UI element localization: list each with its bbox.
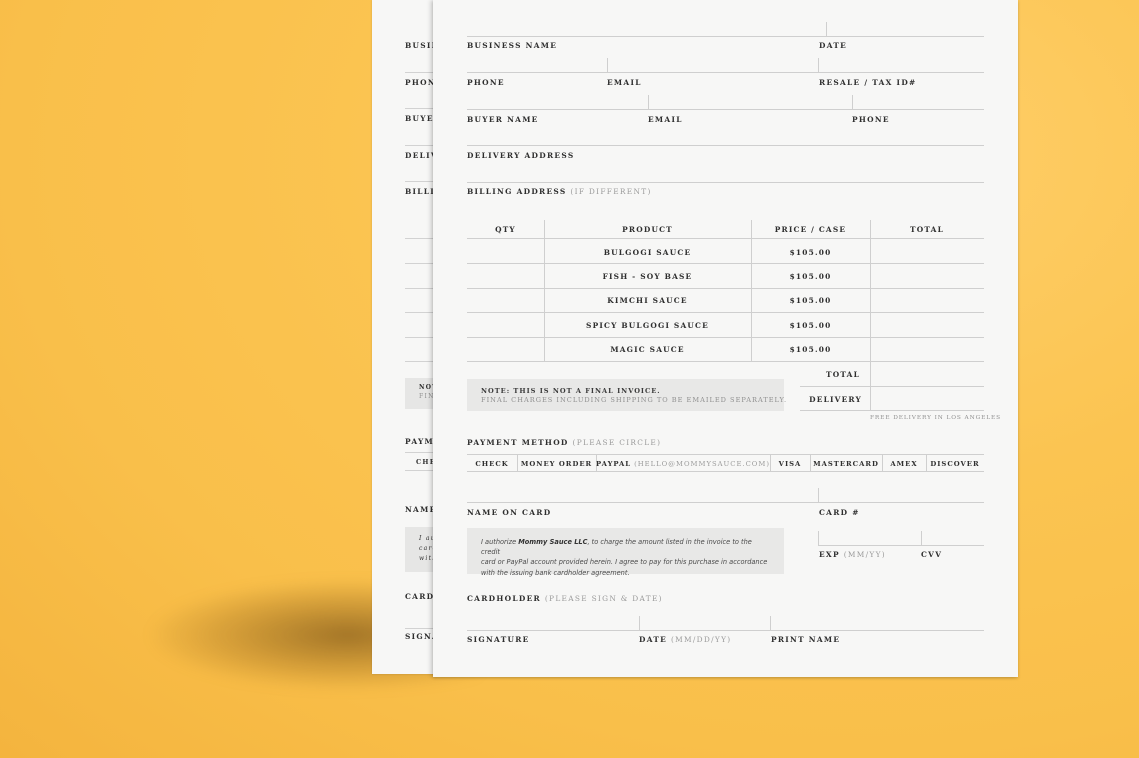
card-authorization-text: I authorize Mommy Sauce LLC, to charge t… — [467, 528, 784, 577]
payment-method-label: PAYMENT METHOD (PLEASE CIRCLE) — [467, 438, 662, 447]
table-row-line — [467, 238, 984, 239]
table-header-price: PRICE / CASE — [774, 224, 847, 234]
print-name-label: PRINT NAME — [771, 635, 841, 644]
resale-tax-id-label: RESALE / TAX ID# — [819, 78, 917, 87]
table-row-line — [800, 410, 984, 411]
signature-line — [467, 630, 984, 631]
back-label-name: NAME — [405, 505, 437, 514]
invoice-note-line1: NOTE: THIS IS NOT A FINAL INVOICE. — [481, 387, 661, 395]
cardholder-label: CARDHOLDER (PLEASE SIGN & DATE) — [467, 594, 663, 603]
field-divider — [921, 531, 922, 545]
paypal-email: (HELLO@MOMMYSAUCE.COM) — [634, 459, 770, 468]
field-divider — [818, 488, 819, 502]
buyer-phone-label: PHONE — [852, 115, 890, 124]
payment-option-money-order[interactable]: MONEY ORDER — [517, 456, 596, 471]
payment-option-discover[interactable]: DISCOVER — [926, 456, 984, 471]
price-cell: $105.00 — [789, 271, 832, 281]
invoice-note-box: NOTE: THIS IS NOT A FINAL INVOICE. FINAL… — [467, 379, 788, 411]
billing-address-label: BILLING ADDRESS (IF DIFFERENT) — [467, 187, 652, 196]
phone-label: PHONE — [467, 78, 505, 87]
delivery-label: DELIVERY — [809, 394, 862, 404]
price-cell: $105.00 — [789, 247, 832, 257]
billing-address-note: (IF DIFFERENT) — [570, 187, 652, 196]
price-cell: $105.00 — [789, 344, 832, 354]
product-cell: SPICY BULGOGI SAUCE — [586, 320, 709, 330]
field-divider — [818, 531, 819, 545]
table-row-line — [467, 263, 984, 264]
card-number-label: CARD # — [819, 508, 860, 517]
business-name-label: BUSINESS NAME — [467, 41, 558, 50]
payment-option-visa[interactable]: VISA — [770, 456, 810, 471]
payment-option-paypal[interactable]: PAYPAL (HELLO@MOMMYSAUCE.COM) — [596, 456, 770, 471]
delivery-address-label: DELIVERY ADDRESS — [467, 151, 575, 160]
exp-label: EXP (MM/YY) — [819, 550, 886, 559]
auth-company: Mommy Sauce LLC — [518, 538, 588, 546]
field-divider — [818, 58, 819, 72]
buyer-name-label: BUYER NAME — [467, 115, 539, 124]
table-row-line — [467, 361, 984, 362]
field-divider — [639, 616, 640, 630]
card-line — [467, 502, 984, 503]
free-delivery-note: FREE DELIVERY IN LOS ANGELES — [870, 415, 1001, 421]
name-on-card-label: NAME ON CARD — [467, 508, 552, 517]
cvv-label: CVV — [921, 550, 943, 559]
field-divider — [648, 95, 649, 109]
field-divider — [826, 22, 827, 36]
payment-method-note: (PLEASE CIRCLE) — [572, 438, 662, 447]
price-cell: $105.00 — [789, 320, 832, 330]
date-label: DATE — [819, 41, 848, 50]
buyer-email-label: EMAIL — [648, 115, 683, 124]
table-col-divider — [870, 220, 871, 411]
table-header-product: PRODUCT — [622, 224, 673, 234]
payment-option-check[interactable]: CHECK — [467, 456, 517, 471]
signature-label: SIGNATURE — [467, 635, 530, 644]
cardholder-note: (PLEASE SIGN & DATE) — [544, 594, 663, 603]
product-cell: BULGOGI SAUCE — [603, 247, 692, 257]
business-name-line — [467, 36, 984, 37]
table-header-qty: QTY — [495, 224, 516, 234]
table-row-line — [467, 312, 984, 313]
product-cell: MAGIC SAUCE — [610, 344, 685, 354]
order-form-sheet: BUSINESS NAME DATE PHONE EMAIL RESALE / … — [433, 0, 1018, 677]
email-label: EMAIL — [607, 78, 642, 87]
price-cell: $105.00 — [789, 295, 832, 305]
field-divider — [770, 616, 771, 630]
payment-row-top-line — [467, 454, 984, 455]
buyer-line — [467, 109, 984, 110]
payment-row-bottom-line — [467, 471, 984, 472]
billing-address-line — [467, 182, 984, 183]
table-row-line — [800, 386, 984, 387]
table-header-total: TOTAL — [910, 224, 944, 234]
invoice-note-line2: FINAL CHARGES INCLUDING SHIPPING TO BE E… — [481, 396, 788, 404]
field-divider — [852, 95, 853, 109]
exp-format: (MM/YY) — [843, 550, 886, 559]
back-label-card: CARD — [405, 592, 435, 601]
exp-cvv-line — [818, 545, 984, 546]
payment-option-amex[interactable]: AMEX — [882, 456, 926, 471]
phone-line — [467, 72, 984, 73]
product-cell: KIMCHI SAUCE — [607, 295, 688, 305]
delivery-address-line — [467, 145, 984, 146]
payment-option-mastercard[interactable]: MASTERCARD — [810, 456, 882, 471]
field-divider — [607, 58, 608, 72]
product-cell: FISH - SOY BASE — [602, 271, 693, 281]
signature-date-label: DATE (MM/DD/YY) — [639, 635, 732, 644]
total-label: TOTAL — [826, 369, 860, 379]
signature-date-format: (MM/DD/YY) — [670, 635, 732, 644]
